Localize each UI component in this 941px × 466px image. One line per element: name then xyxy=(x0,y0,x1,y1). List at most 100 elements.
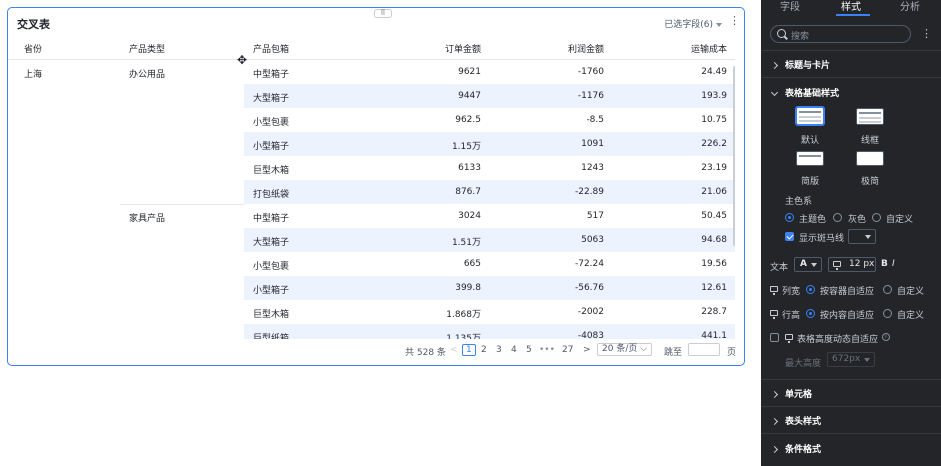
search-input[interactable]: 搜索 xyxy=(770,25,911,43)
col-width-auto-radio[interactable] xyxy=(806,285,815,294)
cell-order: 399.8 xyxy=(455,283,481,293)
divider xyxy=(761,50,941,51)
header-shipping-cost[interactable]: 运输成本 xyxy=(691,42,727,55)
tab-fields[interactable]: 字段 xyxy=(780,0,800,13)
italic-icon[interactable]: I xyxy=(892,259,895,269)
cell-box: 中型箱子 xyxy=(253,70,290,80)
cell-box: 巨型纸箱 xyxy=(253,334,290,339)
cell-profit: -8.5 xyxy=(586,115,604,125)
zebra-checkbox[interactable] xyxy=(785,232,794,241)
page-1-button[interactable]: 1 xyxy=(462,344,476,356)
tab-style[interactable]: 样式 xyxy=(841,0,861,13)
main-color-custom-radio[interactable] xyxy=(872,213,881,222)
table-row[interactable]: 小型包裹 962.5 -8.5 10.75 xyxy=(244,108,735,132)
style-wireframe-label: 线框 xyxy=(861,136,880,146)
table-row[interactable]: 中型箱子 3024 517 50.45 xyxy=(244,204,735,228)
next-page-icon[interactable]: > xyxy=(583,345,591,355)
cross-table-card: ⠿ 交叉表 已选字段(6) ⋮ 省份 产品类型 产品包箱 订单金额 利润金额 运… xyxy=(7,7,745,366)
table-row[interactable]: 小型包裹 665 -72.24 19.56 xyxy=(244,252,735,276)
main-color-theme-radio[interactable] xyxy=(785,213,794,222)
section-cell[interactable]: 单元格 xyxy=(770,387,812,400)
drag-handle-icon[interactable]: ⠿ xyxy=(374,9,392,18)
table-row[interactable]: 大型箱子 1.51万 5063 94.68 xyxy=(244,228,735,252)
info-icon[interactable]: i xyxy=(882,333,890,341)
max-height-select[interactable]: 672px xyxy=(827,352,875,367)
style-minimal-thumb[interactable] xyxy=(856,151,884,166)
row-height-label: 行高 xyxy=(782,311,801,321)
page-last-button[interactable]: 27 xyxy=(562,345,573,355)
main-color-theme-label: 主题色 xyxy=(799,215,827,225)
section-header-style[interactable]: 表头样式 xyxy=(770,414,821,427)
header-province[interactable]: 省份 xyxy=(24,42,42,55)
jump-page-input[interactable] xyxy=(688,343,720,356)
cell-order: 962.5 xyxy=(455,115,481,125)
table-row[interactable]: 小型箱子 399.8 -56.76 12.61 xyxy=(244,276,735,300)
cell-order: 1.15万 xyxy=(451,142,481,152)
group-divider xyxy=(120,204,244,205)
cell-shipping: 193.9 xyxy=(701,91,727,101)
cell-box: 小型包裹 xyxy=(253,118,290,128)
col-width-custom-label: 自定义 xyxy=(897,287,925,297)
table-row[interactable]: 打包纸袋 876.7 -22.89 21.06 xyxy=(244,180,735,204)
cell-order: 3024 xyxy=(458,211,481,221)
more-icon[interactable]: ⋮ xyxy=(729,15,740,26)
search-icon xyxy=(777,29,786,38)
style-wireframe-thumb[interactable] xyxy=(856,108,884,125)
prev-page-icon[interactable]: < xyxy=(450,345,458,355)
jump-label: 跳至 xyxy=(664,348,683,358)
card-title: 交叉表 xyxy=(17,18,50,31)
section-title-card[interactable]: 标题与卡片 xyxy=(770,58,830,71)
page-size-select[interactable]: 20 条/页 ⌵ xyxy=(597,343,653,356)
style-default-thumb[interactable] xyxy=(795,106,825,126)
table-row[interactable]: 巨型木箱 1.868万 -2002 228.7 xyxy=(244,300,735,324)
cell-shipping: 24.49 xyxy=(701,67,727,77)
page-4-button[interactable]: 4 xyxy=(511,345,517,355)
page-ellipsis[interactable]: ••• xyxy=(539,345,555,355)
header-profit-amount[interactable]: 利润金额 xyxy=(568,42,604,55)
font-glyph: A xyxy=(800,259,807,269)
cell-shipping: 94.68 xyxy=(701,235,727,245)
cell-order: 9621 xyxy=(458,67,481,77)
col-width-custom-radio[interactable] xyxy=(883,285,892,294)
header-product-type[interactable]: 产品类型 xyxy=(129,42,165,55)
header-product-box[interactable]: 产品包箱 xyxy=(253,42,289,55)
chevron-right-icon xyxy=(770,390,779,399)
cell-profit: -2002 xyxy=(577,307,604,317)
row-height-custom-radio[interactable] xyxy=(883,309,892,318)
section-conditional-format[interactable]: 条件格式 xyxy=(770,442,821,455)
style-simple-thumb[interactable] xyxy=(796,151,824,166)
product-type-cell: 办公用品 xyxy=(129,70,166,80)
table-row[interactable]: 小型箱子 1.15万 1091 226.2 xyxy=(244,132,735,156)
selected-fields-dropdown[interactable]: 已选字段(6) xyxy=(664,17,722,30)
table-row[interactable]: 巨型纸箱 1.135万 -4083 441.1 xyxy=(244,324,735,339)
cell-order: 9447 xyxy=(458,91,481,101)
dynamic-height-checkbox[interactable] xyxy=(770,333,779,342)
vertical-scrollbar[interactable] xyxy=(733,66,735,246)
font-size-input[interactable]: 12 px xyxy=(828,257,876,272)
style-simple-label: 简版 xyxy=(801,177,820,187)
max-height-value: 672px xyxy=(832,354,861,364)
page-3-button[interactable]: 3 xyxy=(496,345,502,355)
bold-icon[interactable]: B xyxy=(881,259,888,269)
main-color-gray-radio[interactable] xyxy=(833,213,842,222)
page-2-button[interactable]: 2 xyxy=(481,345,487,355)
section-table-base[interactable]: 表格基础样式 xyxy=(770,86,839,99)
page-5-button[interactable]: 5 xyxy=(526,345,532,355)
table-row[interactable]: 巨型木箱 6133 1243 23.19 xyxy=(244,156,735,180)
zebra-label: 显示斑马线 xyxy=(799,234,845,244)
panel-more-icon[interactable]: ⋮ xyxy=(921,28,932,39)
page-unit-label: 页 xyxy=(727,348,737,358)
zebra-color-picker[interactable] xyxy=(848,229,876,244)
cell-box: 巨型木箱 xyxy=(253,166,290,176)
table-row[interactable]: 大型箱子 9447 -1176 193.9 xyxy=(244,84,735,108)
header-order-amount[interactable]: 订单金额 xyxy=(445,42,481,55)
row-height-auto-radio[interactable] xyxy=(806,309,815,318)
font-color-select[interactable]: A xyxy=(794,257,822,272)
table-row[interactable]: 中型箱子 9621 -1760 24.49 xyxy=(244,60,735,84)
selected-fields-label: 已选字段(6) xyxy=(664,20,713,30)
cell-shipping: 50.45 xyxy=(701,211,727,221)
tab-analysis[interactable]: 分析 xyxy=(900,0,920,13)
column-resize-cursor-icon[interactable]: ✥ xyxy=(236,54,248,66)
search-placeholder: 搜索 xyxy=(791,32,810,42)
cell-order: 876.7 xyxy=(455,187,481,197)
